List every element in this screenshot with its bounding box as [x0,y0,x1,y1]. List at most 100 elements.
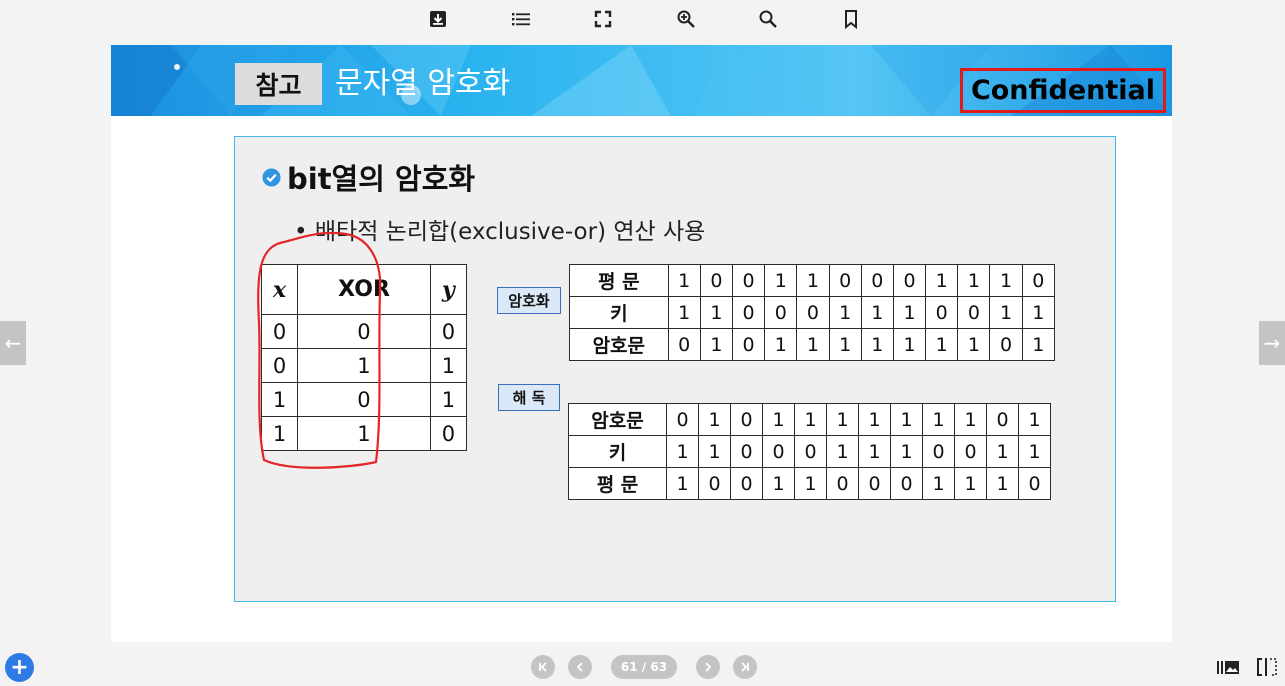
next-page-arrow-icon[interactable]: → [1259,321,1285,365]
row-label: 암호문 [568,403,667,436]
table-row: 평 문100110001110 [569,264,1056,297]
bit-cell: 1 [796,328,830,361]
bit-cell: 1 [922,403,955,436]
bit-cell: 1 [954,467,987,500]
bit-cell: 1 [1021,296,1056,329]
first-page-icon[interactable] [531,655,555,679]
bit-cell: 1 [699,328,733,361]
thumbnail-view-icon[interactable] [1216,656,1240,678]
bit-cell: 0 [796,296,830,329]
bit-cell: 0 [858,467,891,500]
viewer-toolbar [0,6,1285,32]
slide-title: 문자열 암호화 [335,66,511,101]
last-page-icon[interactable] [733,655,757,679]
heading-text: bit열의 암호화 [287,162,476,196]
add-button[interactable]: + [5,653,34,682]
row-label: 평 문 [568,467,667,500]
page-indicator[interactable]: 61 / 63 [611,655,677,679]
prev-page-icon[interactable] [568,655,592,679]
bit-cell: 1 [989,296,1023,329]
prev-page-arrow-icon[interactable]: ← [0,321,26,365]
list-icon[interactable] [508,6,534,32]
table-cell: 1 [429,348,468,383]
bit-cell: 1 [989,264,1023,297]
bit-cell: 1 [957,328,991,361]
encrypt-table: 평 문 1 0 0 1 1 0 0 0 1 1 1 0 키 1 1 0 0 0 1 1 1 0 0 1 1 암호문 0 1 0 1 1 1 1 1 1… [569,264,1056,361]
bit-cell: 1 [698,403,731,436]
bit-cell: 0 [892,264,927,297]
bit-cell: 0 [890,467,923,500]
bit-cell: 1 [1021,328,1056,361]
bit-cell: 0 [922,435,955,468]
encrypt-tag: 암호화 [497,287,561,314]
bit-cell: 1 [762,403,795,436]
bit-cell: 1 [1018,435,1051,468]
bit-cell: 0 [666,403,699,436]
bit-cell: 1 [860,328,894,361]
bit-cell: 0 [794,435,827,468]
table-row: 키110001110011 [568,435,1051,468]
decrypt-tag: 해 독 [498,384,560,411]
bit-cell: 1 [957,264,991,297]
bit-cell: 0 [667,328,701,361]
bit-cell: 1 [828,328,862,361]
bit-cell: 0 [731,296,766,329]
bit-cell: 0 [954,435,987,468]
check-circle-icon [262,167,281,187]
bit-cell: 1 [890,403,923,436]
table-cell: 1 [429,382,468,417]
bit-cell: 0 [989,328,1023,361]
bit-cell: 1 [892,328,927,361]
bit-cell: 1 [764,328,798,361]
search-icon[interactable] [755,6,781,32]
bit-cell: 1 [925,328,959,361]
bit-cell: 0 [957,296,991,329]
bit-cell: 1 [666,435,699,468]
row-label: 암호문 [569,328,669,361]
slide-page: 참고 문자열 암호화 Confidential bit열의 암호화 • 배타적 … [111,45,1172,642]
bit-cell: 1 [828,296,862,329]
bit-cell: 1 [667,296,701,329]
bit-cell: 0 [699,264,733,297]
fullscreen-icon[interactable] [590,6,616,32]
bit-cell: 0 [730,435,763,468]
bit-cell: 0 [731,328,766,361]
bit-cell: 1 [762,467,795,500]
bit-cell: 0 [764,296,798,329]
split-view-icon[interactable] [1255,656,1279,678]
bit-cell: 0 [986,403,1019,436]
table-row: 평 문100110001110 [568,467,1051,500]
bit-cell: 1 [667,264,701,297]
bit-cell: 1 [764,264,798,297]
bit-cell: 1 [699,296,733,329]
bit-cell: 1 [890,435,923,468]
bit-cell: 0 [826,467,859,500]
bit-cell: 0 [1021,264,1056,297]
bit-cell: 1 [922,467,955,500]
bit-cell: 0 [730,467,763,500]
bit-cell: 1 [826,435,859,468]
reference-tag: 참고 [235,63,322,105]
table-row: 암호문 0 1 0 1 1 1 1 1 1 1 0 1 [569,328,1056,361]
row-label: 키 [569,296,669,329]
table-row: 암호문 0 1 0 1 1 1 1 1 1 1 0 1 [568,403,1051,436]
bit-cell: 1 [666,467,699,500]
bit-cell: 1 [794,467,827,500]
bit-cell: 1 [892,296,927,329]
table-row: 키110001110011 [569,296,1056,329]
bit-cell: 0 [925,296,959,329]
slide-banner: 참고 문자열 암호화 Confidential [111,45,1172,116]
confidential-label: Confidential [960,68,1166,113]
download-icon[interactable] [425,6,451,32]
bookmark-icon[interactable] [838,6,864,32]
bit-cell: 1 [698,435,731,468]
bit-cell: 0 [860,264,894,297]
bit-cell: 1 [858,403,891,436]
bit-cell: 1 [794,403,827,436]
zoom-in-icon[interactable] [673,6,699,32]
bit-cell: 0 [698,467,731,500]
next-page-icon[interactable] [696,655,720,679]
table-cell: 0 [429,416,468,451]
bit-cell: 0 [762,435,795,468]
decrypt-table: 암호문 0 1 0 1 1 1 1 1 1 1 0 1 키 1 1 0 0 0 1 1 1 0 0 1 1 평 문100110001… [568,403,1051,500]
